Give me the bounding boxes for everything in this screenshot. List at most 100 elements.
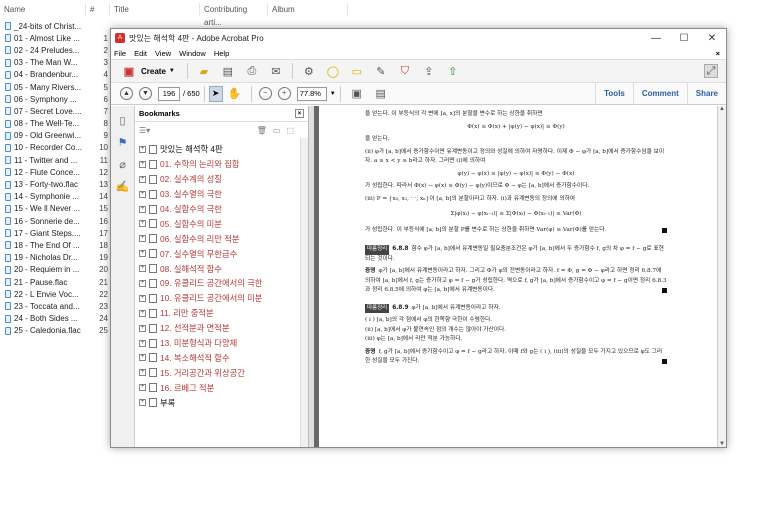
bookmark-item[interactable]: +16. 르베그 적분 [139,380,294,395]
bookmark-item[interactable]: +13. 미분형식과 다양체 [139,336,294,351]
close-button[interactable]: ✕ [698,33,726,44]
bookmark-item[interactable]: +11. 리만 중적분 [139,306,294,321]
menu-file[interactable]: File [114,49,126,58]
expand-icon[interactable]: + [139,324,146,332]
comment-link[interactable]: Comment [632,82,687,105]
document-close-button[interactable]: × [716,49,720,58]
sign-icon[interactable]: ✎ [374,64,388,78]
file-row[interactable]: 18 - The End Of ... 18 [0,239,110,251]
open-folder-icon[interactable]: ▰ [197,64,211,78]
file-row[interactable]: 16 - Sonnerie de... 16 [0,215,110,227]
file-row[interactable]: 20 - Requiem in ... 20 [0,264,110,276]
file-row[interactable]: 25 - Caledonia.flac 25 [0,325,110,337]
expand-icon[interactable]: + [139,399,146,407]
file-row[interactable]: 08 - The Well-Te... 8 [0,118,110,130]
scroll-down-icon[interactable]: ▼ [718,441,726,447]
bookmark-item[interactable]: +10. 유클리드 공간에서의 미분 [139,291,294,306]
zoom-level-select[interactable]: 77.8% [296,86,327,101]
export-icon[interactable]: ⇪ [422,64,436,78]
bookmark-item[interactable]: +05. 실함수의 미분 [139,216,294,231]
signatures-icon[interactable]: ✍ [116,180,130,194]
expand-icon[interactable]: + [139,160,146,168]
bookmark-item[interactable]: +01. 수학의 논리와 집합 [139,157,294,172]
previous-page-icon[interactable]: ▲ [120,87,133,100]
select-tool-icon[interactable]: ➤ [208,85,223,102]
bookmark-item[interactable]: +04. 실함수의 극한 [139,202,294,217]
file-row[interactable]: 14 - Symphonie ... 14 [0,191,110,203]
minimize-button[interactable]: — [642,33,670,44]
file-row[interactable]: 02 - 24 Preludes... 2 [0,44,110,56]
bookmark-item[interactable]: +06. 실함수의 리만 적분 [139,231,294,246]
email-icon[interactable]: ✉ [269,64,283,78]
print-icon[interactable]: ⎙ [245,64,259,78]
expand-icon[interactable]: + [139,145,146,153]
file-row[interactable]: 10 - Recorder Co... 10 [0,142,110,154]
bookmarks-scrollbar[interactable] [300,138,308,447]
expand-icon[interactable]: + [139,384,146,392]
options-menu-icon[interactable]: ☰▾ [139,126,150,135]
expand-icon[interactable]: + [139,309,146,317]
document-scrollbar[interactable]: ▲ ▼ [717,106,726,447]
expand-icon[interactable]: + [139,354,146,362]
file-row[interactable]: 06 - Symphony ... 6 [0,93,110,105]
menu-help[interactable]: Help [214,49,229,58]
maximize-button[interactable]: ☐ [670,33,698,44]
new-bookmark-icon[interactable]: ▭ [273,126,287,135]
file-row[interactable]: 22 - L Envie Voc... 22 [0,288,110,300]
tag-bookmark-icon[interactable]: ⬚ [286,126,300,135]
expand-icon[interactable]: + [139,294,146,302]
expand-icon[interactable]: + [139,235,146,243]
bookmark-item[interactable]: + 맛있는 해석학 4판 [139,142,294,157]
expand-icon[interactable]: + [139,175,146,183]
bookmark-item[interactable]: + 부록 [139,395,294,410]
attachments-icon[interactable]: ⌀ [116,158,130,172]
file-row[interactable]: 24 - Both Sides ... 24 [0,313,110,325]
chevron-down-icon[interactable]: ▼ [330,91,336,97]
share-link[interactable]: Share [686,82,726,105]
save-icon[interactable]: ▤ [221,64,235,78]
column-header-artist[interactable]: Contributing arti... [200,3,268,27]
expand-icon[interactable]: + [139,205,146,213]
file-row[interactable]: 09 - Old Greenwi... 9 [0,130,110,142]
file-row[interactable]: 15 - We ll Never ... 15 [0,203,110,215]
share-file-icon[interactable]: ⇧ [446,64,460,78]
page-thumbnails-icon[interactable]: ▯ [116,114,130,128]
hand-tool-icon[interactable]: ✋ [228,87,242,101]
zoom-out-icon[interactable]: − [258,87,272,100]
bookmark-item[interactable]: +14. 복소해석적 함수 [139,350,294,365]
expand-icon[interactable]: + [139,369,146,377]
file-row[interactable]: 05 - Many Rivers... 5 [0,81,110,93]
file-row[interactable]: 21 - Pause.flac 21 [0,276,110,288]
zoom-in-icon[interactable]: + [277,87,291,100]
file-row[interactable]: 04 - Brandenbur... 4 [0,69,110,81]
expand-icon[interactable]: + [139,265,146,273]
bookmark-item[interactable]: +12. 선적분과 면적분 [139,321,294,336]
bookmark-item[interactable]: +02. 실수계의 성질 [139,172,294,187]
protect-icon[interactable]: ⛉ [398,64,412,78]
scroll-up-icon[interactable]: ▲ [718,106,726,112]
bookmark-item[interactable]: +07. 실수열의 무한급수 [139,246,294,261]
page-number-input[interactable]: 196 [158,86,180,101]
bookmark-item[interactable]: +03. 실수열의 극한 [139,187,294,202]
column-header-album[interactable]: Album [268,3,348,16]
column-header-name[interactable]: Name [0,3,86,16]
next-page-icon[interactable]: ▼ [139,87,152,100]
bookmark-item[interactable]: +08. 실해석적 함수 [139,261,294,276]
comment-icon[interactable]: ◯ [326,64,340,78]
file-row[interactable]: _24-bits of Christ... [0,20,110,32]
settings-gear-icon[interactable]: ⚙ [302,64,316,78]
file-row[interactable]: 19 - Nicholas Dr... 19 [0,252,110,264]
scroll-mode-icon[interactable]: ▤ [374,87,388,101]
expand-icon[interactable]: ⤢ [704,64,718,78]
tools-link[interactable]: Tools [595,82,633,105]
file-row[interactable]: 23 - Toccata and... 23 [0,300,110,312]
bookmark-item[interactable]: +09. 유클리드 공간에서의 극한 [139,276,294,291]
expand-icon[interactable]: + [139,279,146,287]
file-row[interactable]: 07 - Secret Love.... 7 [0,105,110,117]
menu-edit[interactable]: Edit [134,49,147,58]
expand-icon[interactable]: + [139,190,146,198]
sticky-note-icon[interactable]: ▭ [350,64,364,78]
file-row[interactable]: 13 - Forty-two.flac 13 [0,178,110,190]
file-row[interactable]: 17 - Giant Steps.... 17 [0,227,110,239]
close-panel-icon[interactable]: × [295,109,304,118]
